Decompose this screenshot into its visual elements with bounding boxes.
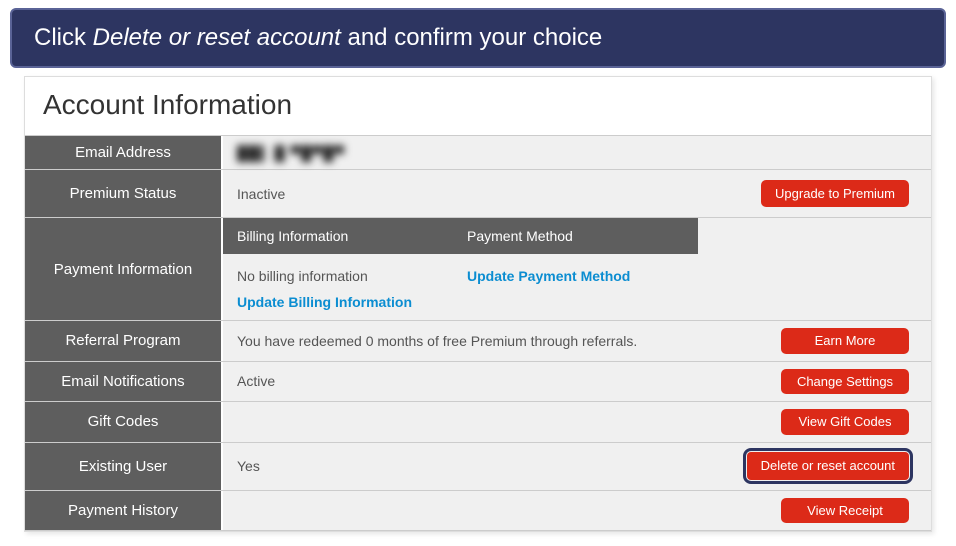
view-receipt-button[interactable]: View Receipt: [781, 498, 909, 524]
payment-subcontent: No billing information Update Billing In…: [223, 254, 931, 320]
row-email: Email Address ██▌ █ ▀█▀█▀: [25, 135, 931, 169]
label-referral: Referral Program: [25, 321, 223, 361]
row-notifications: Email Notifications Active Change Settin…: [25, 361, 931, 402]
payment-section: Billing Information Payment Method No bi…: [223, 218, 931, 320]
payment-subheaders: Billing Information Payment Method: [223, 218, 698, 254]
delete-reset-account-button[interactable]: Delete or reset account: [747, 452, 909, 480]
value-premium: Inactive Upgrade to Premium: [223, 170, 931, 217]
payment-method-header: Payment Method: [453, 218, 683, 254]
instruction-banner: Click Delete or reset account and confir…: [10, 8, 946, 68]
label-gift-codes: Gift Codes: [25, 402, 223, 442]
row-payment-history: Payment History View Receipt: [25, 490, 931, 532]
account-info-table: Email Address ██▌ █ ▀█▀█▀ Premium Status…: [25, 135, 931, 531]
label-existing-user: Existing User: [25, 443, 223, 490]
account-info-panel: Account Information Email Address ██▌ █ …: [24, 76, 932, 532]
row-premium: Premium Status Inactive Upgrade to Premi…: [25, 169, 931, 217]
email-redacted: ██▌ █ ▀█▀█▀: [237, 145, 345, 161]
value-notifications: Active Change Settings: [223, 362, 931, 402]
label-notifications: Email Notifications: [25, 362, 223, 402]
change-settings-button[interactable]: Change Settings: [781, 369, 909, 395]
row-payment-info: Payment Information Billing Information …: [25, 217, 931, 320]
billing-info-header: Billing Information: [223, 218, 453, 254]
value-existing-user: Yes Delete or reset account: [223, 443, 931, 490]
label-payment-info: Payment Information: [25, 218, 223, 320]
banner-emphasis: Delete or reset account: [93, 24, 341, 51]
existing-text: Yes: [237, 458, 260, 474]
method-col: Update Payment Method: [453, 258, 683, 320]
billing-col: No billing information Update Billing In…: [223, 258, 453, 320]
view-gift-codes-button[interactable]: View Gift Codes: [781, 409, 909, 435]
page-title: Account Information: [25, 77, 931, 135]
notifications-text: Active: [237, 373, 275, 389]
value-payment-history: View Receipt: [223, 491, 931, 531]
value-referral: You have redeemed 0 months of free Premi…: [223, 321, 931, 361]
update-billing-link[interactable]: Update Billing Information: [237, 294, 439, 310]
referral-text: You have redeemed 0 months of free Premi…: [237, 333, 637, 349]
value-gift-codes: View Gift Codes: [223, 402, 931, 442]
label-premium: Premium Status: [25, 170, 223, 217]
label-email: Email Address: [25, 136, 223, 169]
upgrade-premium-button[interactable]: Upgrade to Premium: [761, 180, 909, 208]
row-existing-user: Existing User Yes Delete or reset accoun…: [25, 442, 931, 490]
row-gift-codes: Gift Codes View Gift Codes: [25, 401, 931, 442]
banner-suffix: and confirm your choice: [341, 24, 602, 51]
label-payment-history: Payment History: [25, 491, 223, 531]
row-referral: Referral Program You have redeemed 0 mon…: [25, 320, 931, 361]
premium-status-text: Inactive: [237, 186, 285, 202]
earn-more-button[interactable]: Earn More: [781, 328, 909, 354]
banner-prefix: Click: [34, 24, 93, 51]
no-billing-text: No billing information: [237, 268, 439, 284]
update-method-link[interactable]: Update Payment Method: [467, 268, 669, 284]
value-email: ██▌ █ ▀█▀█▀: [223, 136, 931, 169]
